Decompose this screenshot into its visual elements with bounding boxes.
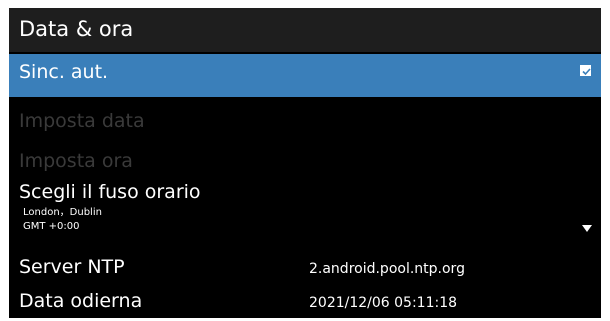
auto-sync-row[interactable]: Sinc. aut. [9,54,601,97]
timezone-city: London，Dublin [23,207,102,218]
ntp-server-label: Server NTP [19,256,125,278]
checkmark-icon [582,68,591,76]
set-time-row: Imposta ora [9,143,601,179]
set-time-label: Imposta ora [19,150,133,172]
timezone-row[interactable]: Scegli il fuso orario London，Dublin GMT … [9,179,601,250]
current-date-row: Data odierna 2021/12/06 05:11:18 [9,285,601,318]
ntp-server-value: 2.android.pool.ntp.org [309,261,465,277]
page-title: Data & ora [19,17,134,41]
timezone-label: Scegli il fuso orario [19,181,201,203]
settings-panel: Data & ora Sinc. aut. Imposta data Impos… [9,8,601,318]
chevron-down-icon[interactable] [582,225,592,232]
set-date-label: Imposta data [19,110,145,132]
auto-sync-label: Sinc. aut. [19,61,109,83]
current-date-label: Data odierna [19,290,143,312]
current-date-value: 2021/12/06 05:11:18 [309,295,458,311]
timezone-offset: GMT +0:00 [23,221,80,232]
header-bar: Data & ora [9,8,601,52]
ntp-server-row[interactable]: Server NTP 2.android.pool.ntp.org [9,251,601,284]
set-date-row: Imposta data [9,99,601,143]
auto-sync-checkbox[interactable] [580,65,591,76]
